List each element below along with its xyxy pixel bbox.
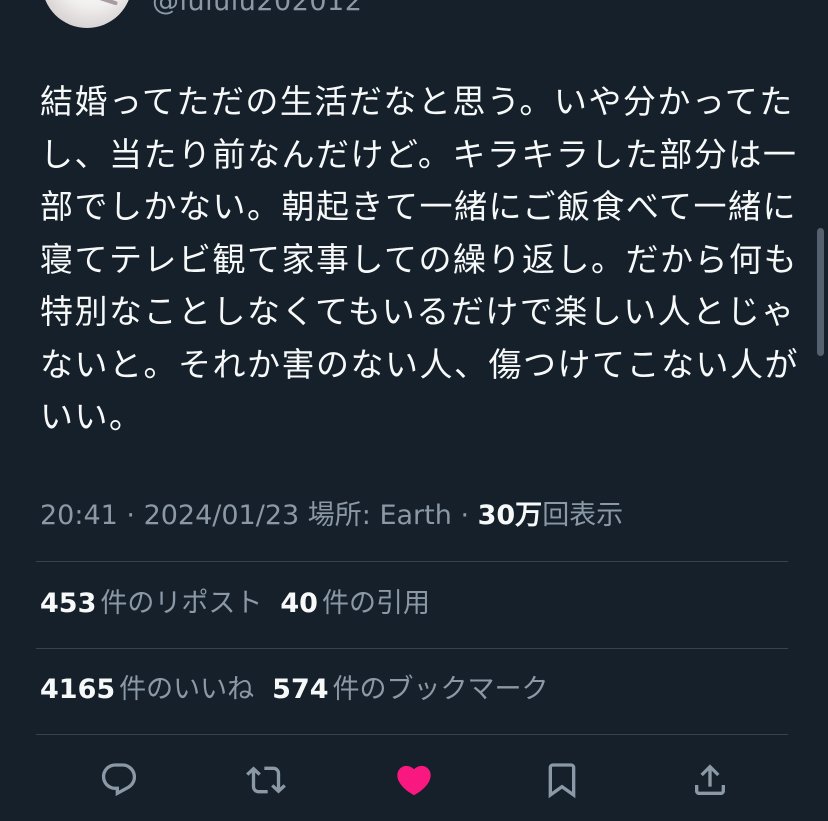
likes-label: 件のいいね <box>119 674 255 705</box>
repost-button[interactable] <box>240 750 292 810</box>
tweet-text-line: 寝てテレビ観て家事しての繰り返し。だから何も <box>40 239 799 279</box>
quotes-count: 40 <box>280 588 318 619</box>
divider <box>36 561 788 562</box>
reposts-label: 件のリポスト <box>100 588 263 619</box>
divider <box>36 734 788 735</box>
tweet-time[interactable]: 20:41 <box>40 500 118 531</box>
avatar-mark <box>93 0 119 6</box>
tweet-location[interactable]: 場所: Earth <box>299 500 452 531</box>
reply-button[interactable] <box>93 750 145 810</box>
reposts-stat[interactable]: 453 件のリポスト <box>40 588 262 619</box>
tweet-date[interactable]: 2024/01/23 <box>144 500 300 531</box>
tweet-action-bar <box>0 750 828 810</box>
tweet-text-line: 特別なことしなくてもいるだけで楽しい人とじゃ <box>40 292 796 331</box>
bookmarks-label: 件のブックマーク <box>332 674 549 705</box>
reply-icon <box>101 763 137 797</box>
bookmark-button[interactable] <box>536 750 588 810</box>
tweet-metadata: 20:41 · 2024/01/23 場所: Earth · 30万回表示 <box>40 498 623 534</box>
author-handle[interactable]: @lululu202012 <box>152 0 362 18</box>
reposts-count: 453 <box>40 588 97 619</box>
tweet-text-line: ないと。それか害のない人、傷つけてこない人が <box>40 344 799 384</box>
tweet-text: 結婚ってただの生活だなと思う。いや分かってた し、当たり前なんだけど。キラキラし… <box>40 76 800 444</box>
bookmark-icon <box>548 763 576 799</box>
tweet-text-line: し、当たり前なんだけど。キラキラした部分は一 <box>40 134 798 174</box>
views-count[interactable]: 30万 <box>478 500 543 531</box>
tweet-text-line: 結婚ってただの生活だなと思う。いや分かってた <box>40 82 794 121</box>
bookmarks-count: 574 <box>272 674 329 705</box>
likes-count: 4165 <box>40 674 116 705</box>
tweet-text-line: いい。 <box>40 397 144 436</box>
avatar[interactable] <box>42 0 132 28</box>
quotes-stat[interactable]: 40 件の引用 <box>280 588 430 619</box>
stats-row-likes: 4165 件のいいね 574 件のブックマーク <box>40 672 549 708</box>
share-button[interactable] <box>684 750 736 810</box>
tweet-detail-page: @lululu202012 結婚ってただの生活だなと思う。いや分かってた し、当… <box>0 0 828 821</box>
like-icon <box>397 765 431 796</box>
meta-separator: · <box>451 500 478 531</box>
repost-icon <box>246 766 286 794</box>
quotes-label: 件の引用 <box>321 588 430 619</box>
like-button[interactable] <box>388 750 440 810</box>
divider <box>36 648 788 649</box>
bookmarks-stat[interactable]: 574 件のブックマーク <box>272 674 548 705</box>
scrollbar[interactable] <box>817 228 824 356</box>
likes-stat[interactable]: 4165 件のいいね <box>40 674 254 705</box>
stats-row-reposts: 453 件のリポスト 40 件の引用 <box>40 586 430 622</box>
tweet-text-line: 部でしかない。朝起きて一緒にご飯食べて一緒に <box>40 187 798 226</box>
views-label: 回表示 <box>542 500 624 531</box>
meta-separator: · <box>117 500 144 531</box>
share-icon <box>695 764 725 795</box>
